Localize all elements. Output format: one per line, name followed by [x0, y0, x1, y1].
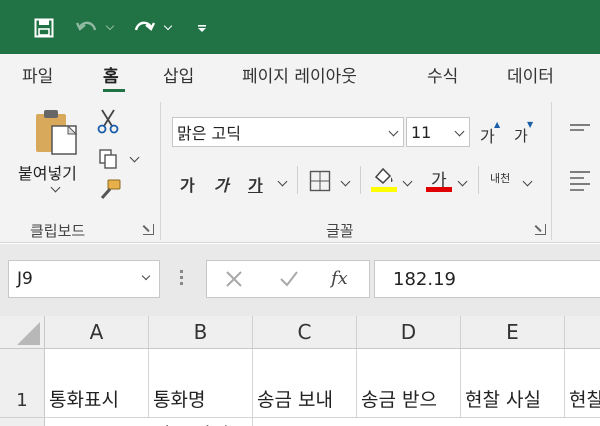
font-launcher-icon[interactable] — [535, 224, 546, 235]
grow-font-button[interactable]: 가 — [480, 123, 495, 147]
confirm-entry-icon[interactable] — [279, 270, 299, 288]
column-header[interactable] — [565, 316, 600, 349]
column-header[interactable]: C — [253, 316, 357, 349]
underline-button[interactable]: 가 — [248, 172, 263, 196]
select-all-button[interactable] — [0, 316, 45, 349]
ribbon-tabs: 파일 홈 삽입 페이지 레이아웃 수식 데이터 — [0, 54, 600, 100]
font-divider — [478, 166, 479, 194]
active-tab-indicator — [103, 89, 125, 92]
tab-file[interactable]: 파일 — [22, 62, 53, 87]
font-size-combo[interactable]: 11 — [406, 117, 470, 147]
insert-function-button[interactable]: fx — [331, 268, 348, 289]
cut-icon[interactable] — [96, 108, 120, 134]
row-header[interactable]: 1 — [0, 349, 45, 418]
clipboard-launcher-icon[interactable] — [143, 224, 154, 235]
font-color-swatch — [426, 187, 452, 192]
underline-dropdown-icon[interactable] — [277, 176, 288, 187]
shrink-font-button[interactable]: 가 — [514, 125, 528, 146]
column-header[interactable]: E — [461, 316, 565, 349]
fill-color-swatch — [371, 187, 397, 192]
column-header[interactable]: D — [357, 316, 461, 349]
align-left-icon[interactable] — [570, 170, 590, 192]
formula-buttons: fx — [206, 260, 370, 298]
redo-dropdown-icon[interactable] — [162, 14, 174, 42]
customize-qat-icon[interactable] — [194, 14, 210, 42]
column-header[interactable]: A — [45, 316, 149, 349]
font-color-dropdown-icon[interactable] — [457, 176, 468, 187]
undo-icon[interactable] — [74, 14, 100, 42]
italic-button[interactable]: 가 — [214, 172, 229, 196]
copy-icon[interactable] — [98, 148, 120, 170]
font-divider — [360, 166, 361, 194]
save-icon[interactable] — [30, 14, 58, 42]
table-cell[interactable]: 현찰 사실 — [461, 349, 565, 418]
name-box[interactable]: J9 — [8, 260, 160, 298]
borders-dropdown-icon[interactable] — [340, 176, 351, 187]
sheet-grid: A B C D E 1 통화표시 통화명 송금 보내 송금 받으 현찰 사실 현… — [0, 316, 600, 426]
grow-font-arrow-icon: ▲ — [494, 120, 501, 129]
font-name-combo[interactable]: 맑은 고딕 — [172, 117, 404, 147]
paste-icon[interactable] — [34, 108, 80, 156]
formula-input[interactable]: 182.19 — [374, 260, 600, 298]
cancel-entry-icon[interactable] — [225, 270, 243, 288]
name-box-value: J9 — [17, 269, 33, 289]
fill-color-dropdown-icon[interactable] — [402, 176, 413, 187]
phonetic-guide-button[interactable]: 내천 — [490, 170, 510, 186]
ribbon-home: 붙여넣기 클립보드 맑은 고딕 11 가 ▲ 가 ▼ 가 가 가 가 내천 글꼴 — [0, 100, 600, 243]
font-name-dropdown-icon[interactable] — [388, 126, 399, 137]
name-box-dropdown-icon[interactable] — [141, 271, 151, 281]
tab-insert[interactable]: 삽입 — [163, 62, 194, 87]
column-header[interactable]: B — [149, 316, 253, 349]
formula-bar-grip-icon[interactable] — [180, 270, 183, 288]
group-divider — [160, 102, 161, 240]
borders-icon[interactable] — [309, 170, 331, 192]
font-divider — [297, 166, 298, 194]
copy-dropdown-icon[interactable] — [129, 152, 140, 163]
table-cell[interactable]: 미국 달러 — [149, 418, 253, 426]
bold-button[interactable]: 가 — [180, 172, 195, 196]
group-divider — [551, 102, 552, 240]
format-painter-icon[interactable] — [96, 178, 124, 202]
table-cell[interactable]: 현찰 — [565, 349, 600, 418]
row-header[interactable] — [0, 418, 45, 426]
paste-button-label[interactable]: 붙여넣기 — [18, 160, 77, 184]
font-size-dropdown-icon[interactable] — [454, 126, 465, 137]
font-size-value: 11 — [411, 122, 432, 142]
table-cell[interactable]: 송금 보내 — [253, 349, 357, 418]
tab-home[interactable]: 홈 — [103, 62, 119, 87]
tab-formulas[interactable]: 수식 — [427, 62, 458, 87]
tab-data[interactable]: 데이터 — [507, 62, 554, 87]
top-align-icon[interactable] — [570, 120, 590, 132]
clipboard-group-label: 클립보드 — [30, 222, 86, 240]
fill-color-icon[interactable] — [372, 166, 396, 186]
tab-page-layout[interactable]: 페이지 레이아웃 — [242, 62, 357, 87]
table-cell[interactable]: 송금 받으 — [357, 349, 461, 418]
font-group-label: 글꼴 — [326, 222, 354, 240]
redo-icon[interactable] — [130, 14, 158, 42]
paste-dropdown-icon[interactable] — [50, 182, 61, 193]
phonetic-dropdown-icon[interactable] — [522, 176, 533, 187]
undo-dropdown-icon[interactable] — [104, 14, 116, 42]
font-name-value: 맑은 고딕 — [177, 124, 241, 143]
shrink-font-arrow-icon: ▼ — [527, 120, 534, 129]
formula-value: 182.19 — [393, 268, 456, 290]
table-cell[interactable]: 통화명 — [149, 349, 253, 418]
table-cell[interactable]: 통화표시 — [45, 349, 149, 418]
title-bar — [0, 0, 600, 54]
